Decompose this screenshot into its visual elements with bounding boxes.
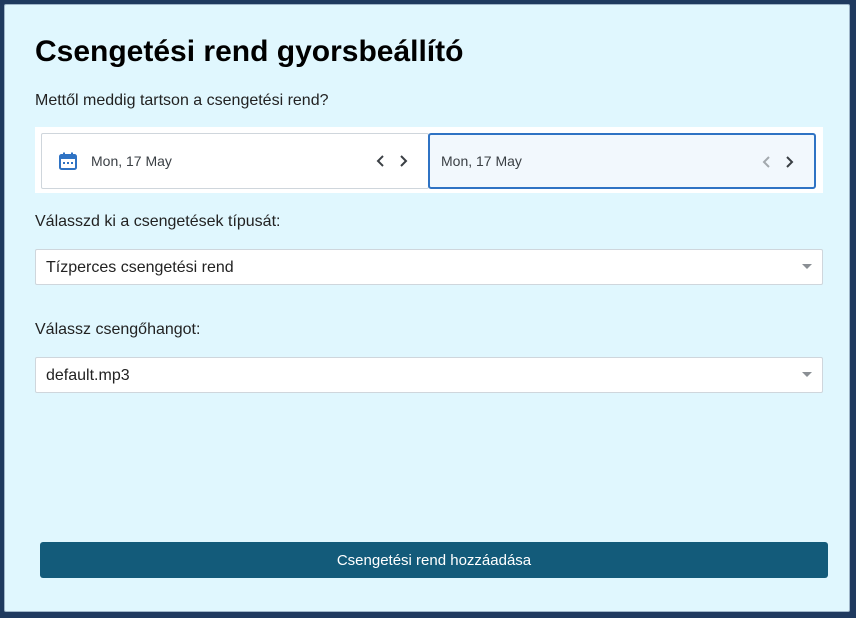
bell-type-label: Válasszd ki a csengetések típusát: <box>35 213 281 230</box>
page-title: Csengetési rend gyorsbeállító <box>35 35 464 68</box>
chevron-right-icon[interactable] <box>782 153 798 171</box>
date-range-picker: Mon, 17 May Mon, 17 May <box>35 127 823 193</box>
calendar-icon[interactable] <box>58 151 78 171</box>
ringtone-select[interactable]: default.mp3 <box>35 357 823 393</box>
bell-type-select[interactable]: Tízperces csengetési rend <box>35 249 823 285</box>
end-date-field[interactable]: Mon, 17 May <box>428 133 816 189</box>
ringtone-value: default.mp3 <box>46 367 130 384</box>
dropdown-caret-icon <box>802 264 812 269</box>
ringtone-label: Válassz csengőhangot: <box>35 321 201 338</box>
add-schedule-button[interactable]: Csengetési rend hozzáadása <box>40 542 828 578</box>
start-date-text: Mon, 17 May <box>91 153 172 169</box>
start-date-field[interactable]: Mon, 17 May <box>41 133 429 189</box>
chevron-left-icon[interactable] <box>372 152 388 170</box>
date-range-label: Mettől meddig tartson a csengetési rend? <box>35 92 329 109</box>
dropdown-caret-icon <box>802 372 812 377</box>
chevron-right-icon[interactable] <box>396 152 412 170</box>
quick-setup-dialog: Csengetési rend gyorsbeállító Mettől med… <box>4 4 850 612</box>
chevron-left-icon[interactable] <box>758 153 774 171</box>
end-date-text: Mon, 17 May <box>441 153 522 169</box>
bell-type-value: Tízperces csengetési rend <box>46 259 234 276</box>
